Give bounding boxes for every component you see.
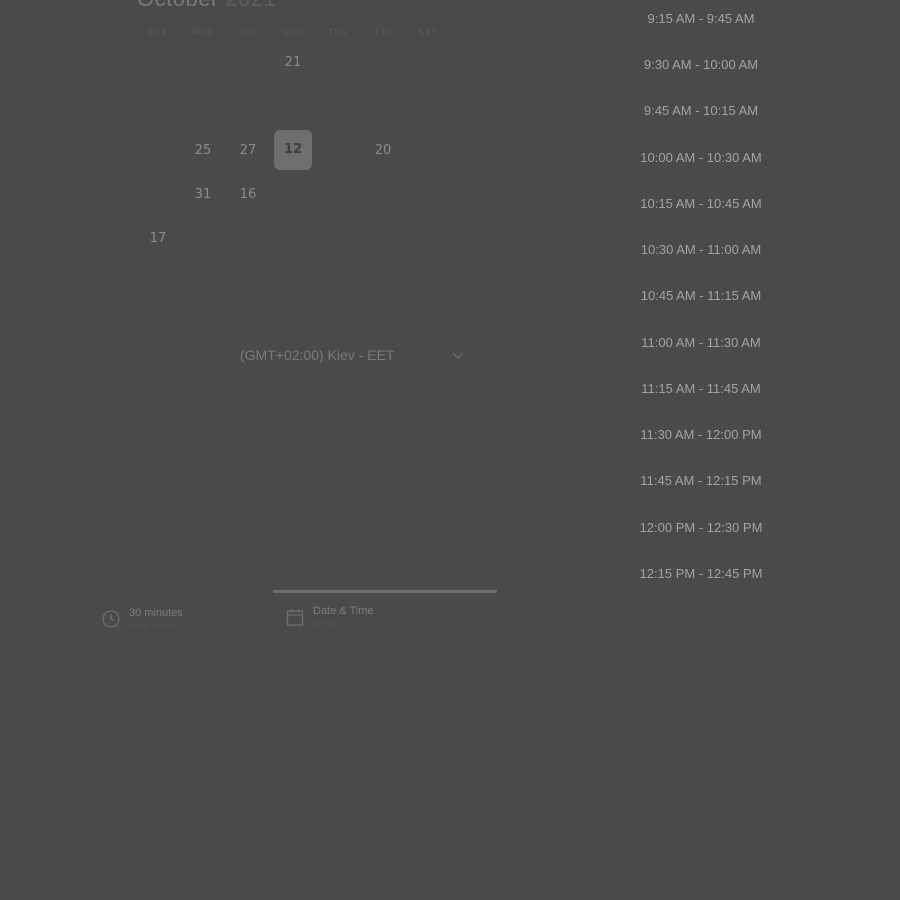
step-date-time-subtitle: WHEN [313, 620, 339, 628]
calendar-grid: 21 25 27 12 20 31 16 17 [135, 40, 450, 270]
calendar-day[interactable]: 17 [139, 219, 177, 259]
step-date-time-title: Date & Time [313, 605, 374, 617]
month-name: October [137, 0, 219, 11]
weekday-wed: WED [281, 28, 305, 37]
chevron-down-icon [452, 352, 464, 359]
step-date-time[interactable]: Date & Time WHEN [285, 605, 374, 630]
calendar-day[interactable]: 16 [229, 175, 267, 215]
step-duration-text: 30 minutes HOW LONG [129, 607, 183, 632]
time-slot[interactable]: 11:45 AM - 12:15 PM [610, 468, 792, 494]
calendar-icon [286, 609, 304, 626]
month-header: October 2021 [137, 0, 276, 12]
time-slot[interactable]: 12:15 PM - 12:45 PM [610, 561, 792, 587]
time-slot[interactable]: 10:00 AM - 10:30 AM [610, 145, 792, 171]
time-slot[interactable]: 9:30 AM - 10:00 AM [610, 52, 792, 78]
booking-page: October 2021 SUN MON TUE WED THU FRI SAT… [0, 0, 900, 900]
weekday-tue: TUE [238, 28, 258, 37]
step-duration-title: 30 minutes [129, 607, 183, 619]
calendar-day[interactable]: 20 [364, 131, 402, 171]
weekday-sat: SAT [419, 28, 437, 37]
time-slot[interactable]: 11:30 AM - 12:00 PM [610, 422, 792, 448]
calendar-day[interactable]: 21 [274, 43, 312, 83]
time-slot[interactable]: 10:15 AM - 10:45 AM [610, 191, 792, 217]
time-slot[interactable]: 12:00 PM - 12:30 PM [610, 515, 792, 541]
weekday-thu: THU [328, 28, 348, 37]
calendar-day[interactable]: 27 [229, 131, 267, 171]
calendar-day[interactable]: 25 [184, 131, 222, 171]
time-slot[interactable]: 9:45 AM - 10:15 AM [610, 98, 792, 124]
step-duration-subtitle: HOW LONG [129, 622, 177, 630]
step-duration[interactable]: 30 minutes HOW LONG [101, 607, 183, 632]
time-slot[interactable]: 11:00 AM - 11:30 AM [610, 330, 792, 356]
weekday-sun: SUN [148, 28, 168, 37]
step-date-time-text: Date & Time WHEN [313, 605, 374, 630]
time-slot[interactable]: 10:45 AM - 11:15 AM [610, 283, 792, 309]
step-progress-indicator [273, 590, 497, 593]
month-year: 2021 [225, 0, 276, 11]
calendar-day[interactable]: 31 [184, 175, 222, 215]
time-slot[interactable]: 9:15 AM - 9:45 AM [610, 6, 792, 32]
time-slot[interactable]: 10:30 AM - 11:00 AM [610, 237, 792, 263]
weekday-fri: FRI [375, 28, 391, 37]
time-slot[interactable]: 11:15 AM - 11:45 AM [610, 376, 792, 402]
weekday-mon: MON [191, 28, 215, 37]
weekday-header: SUN MON TUE WED THU FRI SAT [135, 28, 450, 38]
timezone-value: (GMT+02:00) Kiev - EET [240, 347, 395, 363]
clock-icon [102, 610, 120, 628]
calendar-day-selected[interactable]: 12 [274, 130, 312, 170]
timezone-select[interactable]: (GMT+02:00) Kiev - EET [240, 344, 465, 366]
